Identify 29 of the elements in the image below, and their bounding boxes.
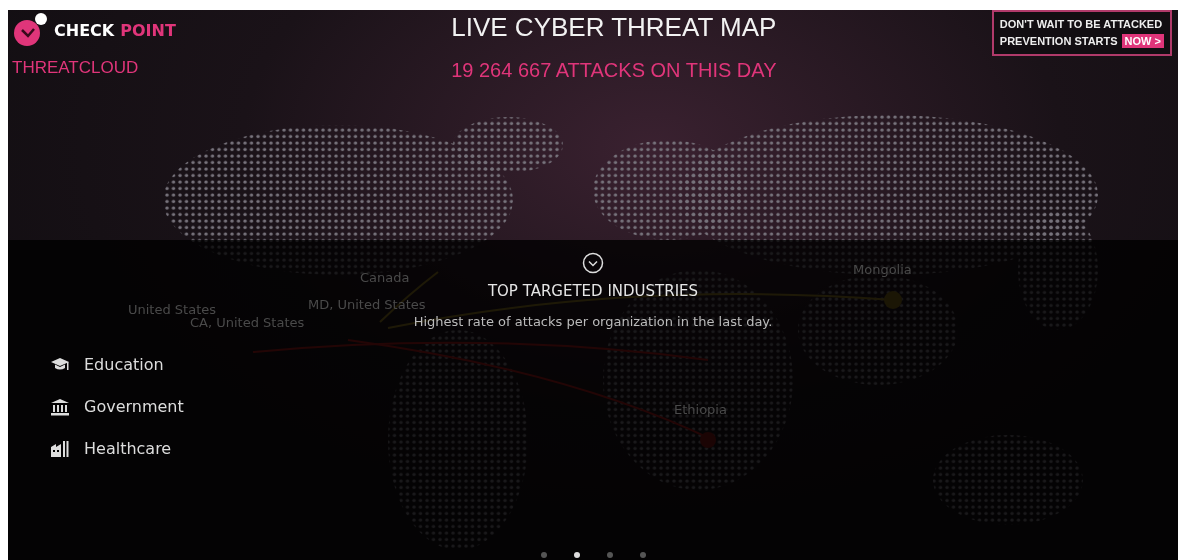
attack-count: 19 264 667 ATTACKS ON THIS DAY (451, 59, 777, 82)
map-label: United States (128, 302, 217, 317)
logo-icon (12, 12, 48, 48)
industry-label: Education (84, 355, 164, 374)
promo-text: PREVENTION STARTS (999, 35, 1118, 47)
now-button[interactable]: NOW > (1121, 34, 1164, 48)
map-label: Canada (360, 270, 410, 285)
pager-dot[interactable] (573, 552, 580, 558)
pager-dot[interactable] (540, 552, 547, 558)
map-label: MD, United States (308, 297, 426, 312)
brand-name: POINT (120, 20, 176, 40)
building-columns-icon (50, 397, 70, 416)
map-label: CA, United States (190, 315, 305, 330)
brand-name: CHECK (54, 20, 115, 40)
map-label: Mongolia (853, 262, 912, 277)
industry-label: Healthcare (84, 439, 172, 458)
map-label: Ethiopia (674, 402, 727, 417)
promo-text: DON'T WAIT TO BE ATTACKED (999, 18, 1164, 30)
pager-dot[interactable] (606, 552, 613, 558)
promo-banner[interactable]: DON'T WAIT TO BE ATTACKED PREVENTION STARTS NOW > (991, 10, 1172, 56)
graduation-cap-icon (50, 356, 70, 373)
panel-subtitle: Highest rate of attacks per organization in the last day. (413, 314, 773, 329)
collapse-icon[interactable] (582, 252, 604, 274)
factory-icon (50, 439, 70, 458)
industry-label: Government (84, 397, 184, 416)
panel-title: TOP TARGETED INDUSTRIES (487, 282, 699, 300)
pager-dot[interactable] (639, 552, 646, 558)
page-title: LIVE CYBER THREAT MAP (451, 12, 777, 43)
product-name: THREATCLOUD (12, 58, 140, 78)
